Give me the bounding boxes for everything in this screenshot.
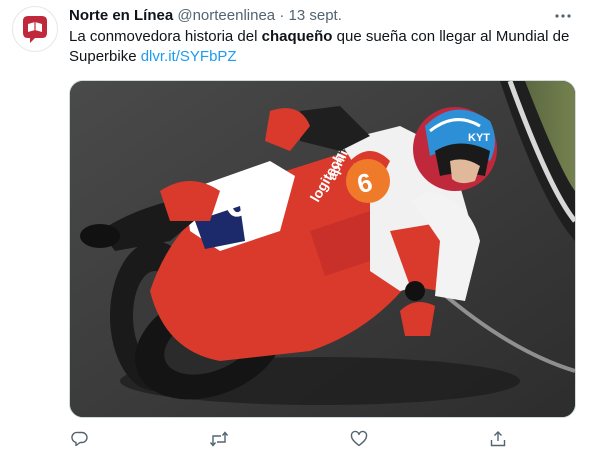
tweet-link[interactable]: dlvr.it/SYFbPZ — [141, 48, 237, 65]
more-options-button[interactable] — [553, 6, 573, 26]
tweet-text: La conmovedora historia del chaqueño que… — [69, 27, 579, 67]
tweet-actions — [69, 428, 509, 450]
helmet-logo: KYT — [468, 132, 490, 144]
tweet-media-image[interactable]: 6 logitech logitech aprilia 6 KYT — [69, 80, 576, 418]
retweet-button[interactable] — [208, 428, 230, 450]
tweet-date[interactable]: 13 sept. — [289, 7, 342, 24]
reply-button[interactable] — [69, 428, 91, 450]
share-icon — [490, 431, 506, 447]
reply-icon — [71, 431, 88, 447]
share-button[interactable] — [487, 428, 509, 450]
tweet-text-start: La conmovedora historia del — [69, 28, 262, 45]
author-handle[interactable]: @norteenlinea — [177, 7, 275, 24]
author-avatar[interactable] — [12, 6, 58, 52]
author-name[interactable]: Norte en Línea — [69, 7, 173, 24]
tweet-header: Norte en Línea @norteenlinea · 13 sept. — [69, 6, 549, 26]
more-options-icon — [555, 14, 571, 18]
tweet-text-bold: chaqueño — [261, 28, 333, 45]
retweet-icon — [210, 431, 229, 447]
separator: · — [279, 7, 285, 24]
norte-en-linea-logo-icon — [23, 16, 47, 43]
like-button[interactable] — [348, 428, 370, 450]
heart-icon — [350, 430, 367, 447]
motorcycle-photo: 6 logitech logitech aprilia 6 KYT — [70, 81, 575, 417]
